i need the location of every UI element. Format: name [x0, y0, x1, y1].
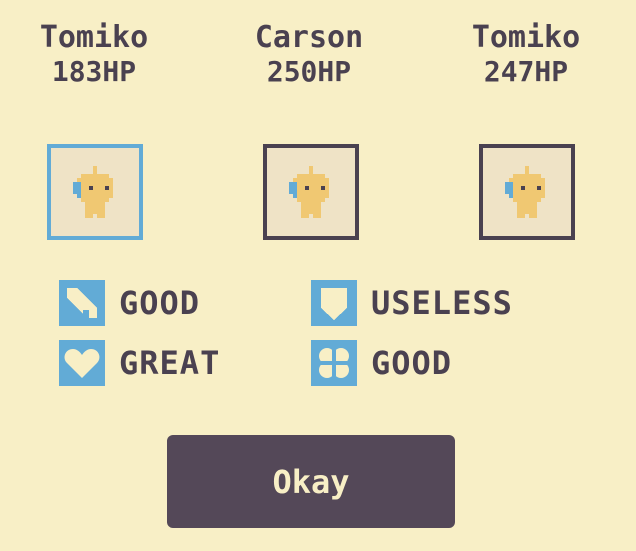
- clover-icon: [311, 340, 357, 386]
- stat-defense: USELESS: [311, 280, 513, 326]
- character-sprite: [289, 166, 329, 218]
- character-hp: 247HP: [483, 55, 569, 88]
- character-sprite: [73, 166, 113, 218]
- stat-value: USELESS: [371, 284, 513, 322]
- stat-value: GOOD: [119, 284, 201, 322]
- shield-icon: [311, 280, 357, 326]
- stat-attack: GOOD: [59, 280, 200, 326]
- okay-button[interactable]: Okay: [167, 435, 455, 528]
- character-header-2: Carson 250HP: [219, 20, 399, 88]
- character-sprite: [505, 166, 545, 218]
- character-header-1: Tomiko 183HP: [4, 20, 184, 88]
- stat-health: GREAT: [59, 340, 220, 386]
- character-hp: 183HP: [51, 55, 137, 88]
- stat-value: GREAT: [119, 344, 221, 382]
- character-header-3: Tomiko 247HP: [436, 20, 616, 88]
- character-name: Carson: [254, 20, 364, 55]
- character-hp: 250HP: [266, 55, 352, 88]
- character-name: Tomiko: [471, 20, 581, 55]
- heart-icon: [59, 340, 105, 386]
- sword-icon: [59, 280, 105, 326]
- character-name: Tomiko: [39, 20, 149, 55]
- character-portrait-3[interactable]: [479, 144, 575, 240]
- stat-value: GOOD: [371, 344, 453, 382]
- stat-luck: GOOD: [311, 340, 452, 386]
- character-select-screen: Tomiko 183HP Carson 250HP Tomiko 247HP G…: [0, 0, 636, 551]
- character-portrait-1[interactable]: [47, 144, 143, 240]
- okay-button-label: Okay: [272, 462, 350, 501]
- character-portrait-2[interactable]: [263, 144, 359, 240]
